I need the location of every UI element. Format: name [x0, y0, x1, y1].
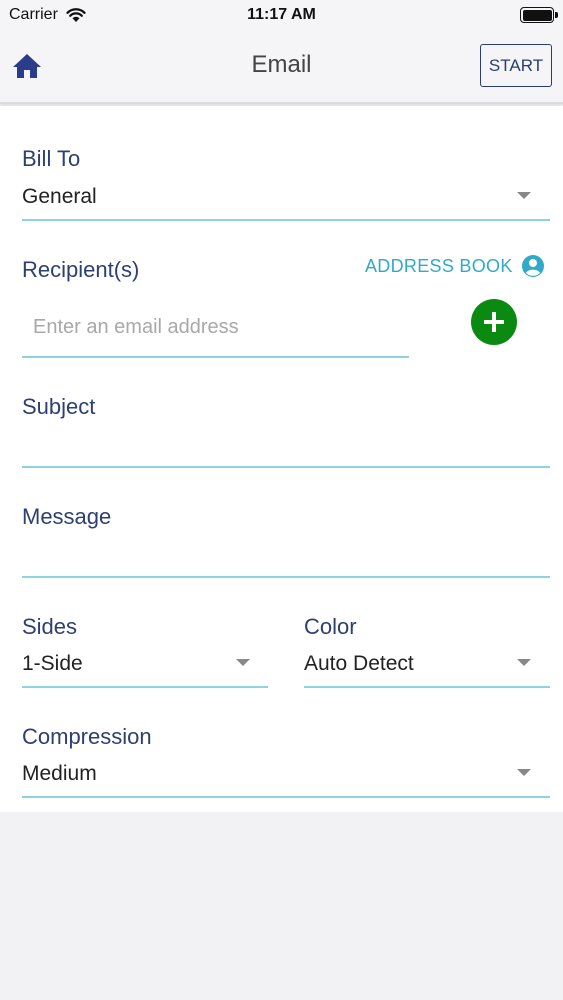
compression-select[interactable]: Medium — [22, 762, 97, 786]
recipient-underline — [22, 356, 409, 358]
compression-underline — [22, 796, 550, 798]
chevron-down-icon[interactable] — [517, 192, 531, 199]
email-form: Bill To General Recipient(s) ADDRESS BOO… — [0, 106, 563, 812]
chevron-down-icon[interactable] — [517, 769, 531, 776]
status-time: 11:17 AM — [247, 6, 316, 23]
color-underline — [304, 686, 550, 688]
start-button[interactable]: START — [480, 44, 552, 87]
bill-to-underline — [22, 219, 550, 221]
page-title: Email — [251, 51, 312, 78]
address-book-button[interactable]: ADDRESS BOOK — [365, 254, 545, 278]
compression-label: Compression — [22, 724, 152, 749]
plus-icon — [484, 312, 504, 332]
color-select[interactable]: Auto Detect — [304, 652, 414, 676]
address-book-label: ADDRESS BOOK — [365, 255, 513, 276]
color-label: Color — [304, 614, 357, 639]
chevron-down-icon[interactable] — [236, 659, 250, 666]
add-recipient-button[interactable] — [471, 299, 517, 345]
subject-underline — [22, 466, 550, 468]
battery-icon — [520, 7, 558, 23]
person-icon — [521, 255, 544, 277]
bill-to-select[interactable]: General — [22, 185, 97, 209]
message-input[interactable] — [22, 539, 550, 573]
status-bar: Carrier 11:17 AM — [0, 0, 563, 30]
sides-select[interactable]: 1-Side — [22, 652, 83, 676]
message-label: Message — [22, 504, 112, 529]
bill-to-label: Bill To — [22, 146, 81, 171]
nav-bar: Email START — [0, 30, 563, 104]
recipient-email-input[interactable] — [33, 312, 403, 342]
recipients-label: Recipient(s) — [22, 257, 140, 282]
subject-label: Subject — [22, 394, 96, 419]
chevron-down-icon[interactable] — [517, 659, 531, 666]
message-underline — [22, 576, 550, 578]
subject-input[interactable] — [22, 429, 550, 463]
sides-underline — [22, 686, 268, 688]
sides-label: Sides — [22, 614, 78, 639]
